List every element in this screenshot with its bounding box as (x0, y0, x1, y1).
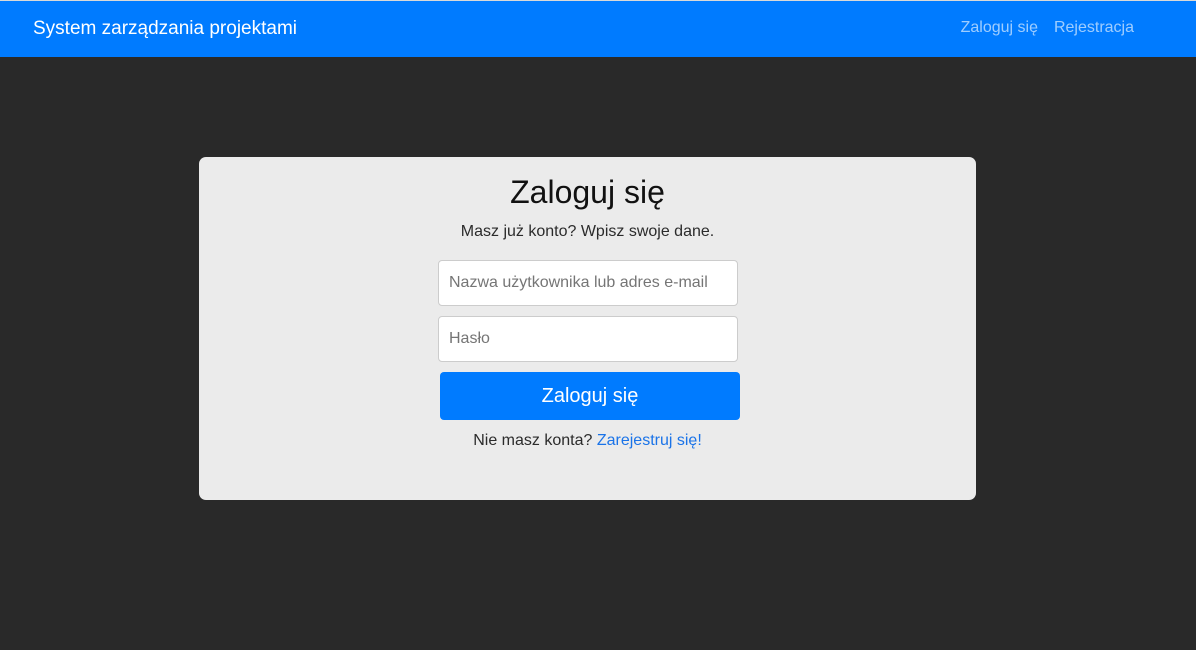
register-prompt-line: Nie masz konta? Zarejestruj się! (199, 431, 976, 451)
top-navbar: System zarządzania projektami Zaloguj si… (0, 0, 1196, 57)
register-prompt-text: Nie masz konta? (473, 432, 593, 449)
register-link[interactable]: Zarejestruj się! (597, 432, 702, 449)
login-subtitle: Masz już konto? Wpisz swoje dane. (460, 223, 715, 240)
brand-link[interactable]: System zarządzania projektami (33, 17, 297, 41)
username-input[interactable] (438, 260, 738, 306)
nav-links: Zaloguj się Rejestracja (961, 18, 1134, 38)
nav-login-link[interactable]: Zaloguj się (961, 18, 1038, 38)
nav-register-link[interactable]: Rejestracja (1054, 18, 1134, 38)
login-card: Zaloguj się Masz już konto? Wpisz swoje … (199, 157, 976, 500)
login-title: Zaloguj się (510, 174, 665, 210)
password-input[interactable] (438, 316, 738, 362)
login-submit-button[interactable]: Zaloguj się (440, 372, 740, 420)
